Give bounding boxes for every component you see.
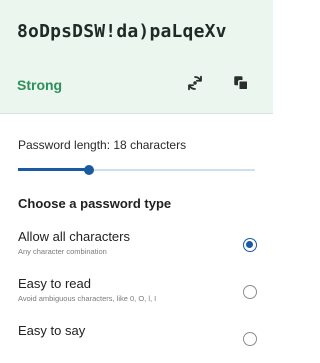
copy-icon: [234, 76, 249, 91]
divider: [0, 113, 273, 114]
radio-allow-all-characters[interactable]: [243, 238, 257, 252]
radio-easy-to-say[interactable]: [243, 332, 257, 346]
refresh-icon: [188, 75, 202, 91]
option-allow-all-characters[interactable]: Allow all characters Any character combi…: [0, 229, 273, 269]
option-title: Easy to read: [18, 276, 91, 291]
password-length-label: Password length: 18 characters: [18, 138, 187, 152]
slider-thumb[interactable]: [84, 165, 95, 175]
strength-label: Strong: [17, 77, 63, 93]
generated-password[interactable]: 8oDpsDSW!da)paLqeXv: [17, 21, 262, 42]
option-title: Easy to say: [18, 323, 86, 338]
radio-easy-to-read[interactable]: [243, 285, 257, 299]
option-title: Allow all characters: [18, 229, 130, 244]
password-length-slider[interactable]: [18, 163, 255, 177]
regenerate-button[interactable]: [180, 68, 210, 98]
slider-fill: [18, 168, 90, 171]
option-easy-to-say[interactable]: Easy to say: [0, 323, 273, 363]
option-description: Avoid ambiguous characters, like 0, O, l…: [18, 294, 157, 303]
option-description: Any character combination: [18, 247, 107, 256]
password-type-heading: Choose a password type: [18, 196, 172, 211]
copy-button[interactable]: [226, 68, 256, 98]
option-easy-to-read[interactable]: Easy to read Avoid ambiguous characters,…: [0, 276, 273, 316]
